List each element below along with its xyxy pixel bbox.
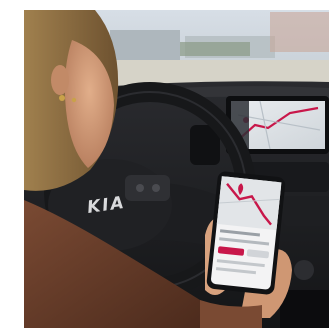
distant-building	[110, 30, 180, 60]
steering-controls	[125, 175, 170, 201]
smartphone	[206, 171, 286, 295]
driver-ear	[51, 65, 69, 95]
earring	[59, 95, 65, 101]
trees	[180, 42, 250, 56]
photo-scene: KIA	[0, 0, 329, 328]
